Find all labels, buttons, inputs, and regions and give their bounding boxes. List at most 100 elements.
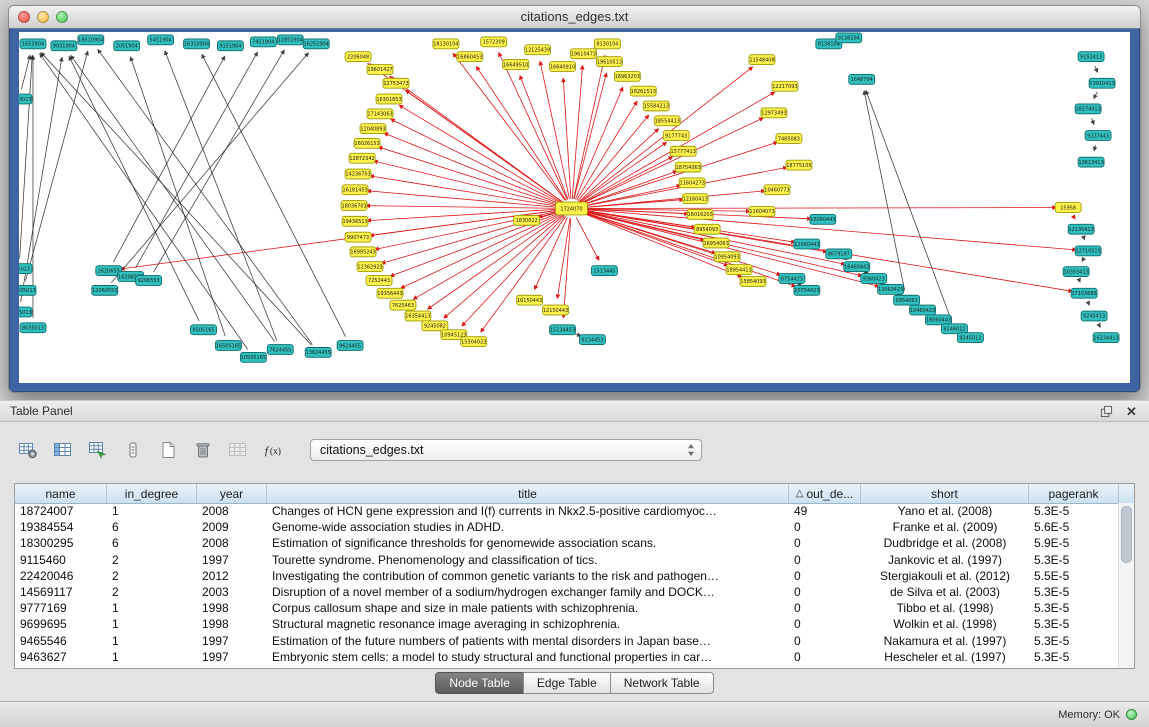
graph-node[interactable]: 16181453 — [342, 185, 368, 195]
column-header-year[interactable]: year — [197, 484, 267, 503]
graph-node[interactable]: 9206553 — [136, 276, 162, 286]
graph-node[interactable]: 12125439 — [525, 45, 551, 55]
tab-network-table[interactable]: Network Table — [610, 672, 714, 694]
graph-node[interactable]: 9360423 — [861, 274, 887, 284]
graph-node[interactable]: 15134453 — [550, 325, 576, 335]
graph-node[interactable]: 16860453 — [457, 52, 483, 62]
graph-node[interactable]: 16995243 — [350, 247, 376, 257]
graph-node[interactable]: 12035013 — [19, 307, 32, 317]
graph-node[interactable]: 12060443 — [794, 239, 820, 249]
graph-node[interactable]: 12753473 — [383, 78, 409, 88]
graph-node[interactable]: 1653904 — [20, 39, 46, 49]
graph-node[interactable]: 11604273 — [679, 178, 705, 188]
graph-node[interactable]: 9138104 — [836, 33, 862, 43]
graph-edge[interactable] — [1082, 259, 1083, 261]
table-row[interactable]: 911546021997Tourette syndrome. Phenomeno… — [15, 552, 1119, 568]
graph-node[interactable]: 12040893 — [360, 124, 386, 134]
graph-edge[interactable] — [581, 208, 1056, 209]
graph-edge[interactable] — [154, 50, 285, 272]
graph-edge[interactable] — [572, 65, 582, 198]
graph-node[interactable]: 11548408 — [749, 55, 775, 65]
graph-node[interactable]: 8754423 — [779, 274, 805, 284]
graph-node[interactable]: 9227443 — [1085, 131, 1111, 141]
graph-edge[interactable] — [165, 51, 277, 340]
graph-node[interactable]: 7451904 — [250, 37, 276, 47]
graph-node[interactable]: 18036703 — [341, 201, 367, 211]
graph-node[interactable]: 14236703 — [345, 169, 371, 179]
graph-edge[interactable] — [20, 56, 33, 259]
graph-node[interactable]: 7624455 — [267, 345, 293, 355]
graph-edge[interactable] — [428, 214, 564, 309]
graph-node[interactable]: 16251904 — [303, 39, 329, 49]
graph-node[interactable]: 12217093 — [772, 81, 798, 91]
float-panel-icon[interactable] — [1099, 404, 1114, 419]
graph-edge[interactable] — [378, 147, 562, 205]
graph-node[interactable]: 10754423 — [794, 285, 820, 295]
graph-edge[interactable] — [1099, 325, 1100, 328]
graph-edge[interactable] — [71, 55, 275, 341]
graph-node[interactable]: 9245012 — [957, 333, 983, 343]
graph-node[interactable]: 19601427 — [367, 65, 393, 75]
graph-node[interactable]: 19610473 — [571, 49, 597, 59]
table-row[interactable]: 2242004622012Investigating the contribut… — [15, 568, 1119, 584]
table-mode-icon[interactable] — [119, 437, 147, 463]
graph-edge[interactable] — [577, 101, 637, 200]
graph-node[interactable]: 7252443 — [366, 276, 392, 286]
graph-edge[interactable] — [113, 56, 224, 262]
graph-node[interactable]: 12362923 — [357, 262, 383, 272]
graph-edge[interactable] — [26, 51, 88, 280]
show-columns-icon[interactable] — [49, 437, 77, 463]
graph-node[interactable]: 13063423 — [878, 284, 904, 294]
graph-node[interactable]: 18754063 — [675, 162, 701, 172]
graph-node[interactable]: 9151904 — [217, 41, 243, 51]
graph-edge[interactable] — [1073, 216, 1075, 219]
graph-node[interactable]: 8035013 — [20, 323, 46, 333]
graph-node[interactable]: 7485083 — [776, 134, 802, 144]
graph-node[interactable]: 9035013 — [19, 264, 32, 274]
create-column-icon[interactable] — [84, 437, 112, 463]
graph-edge[interactable] — [520, 76, 568, 200]
graph-node[interactable]: 16640910 — [550, 62, 576, 72]
graph-node[interactable]: 10460773 — [764, 185, 790, 195]
table-row[interactable]: 969969511998Structural magnetic resonanc… — [15, 616, 1119, 632]
graph-node[interactable]: 15854093 — [740, 277, 766, 287]
graph-node[interactable]: 9031904 — [51, 41, 77, 51]
graph-node[interactable]: 10505165 — [240, 352, 266, 362]
graph-node[interactable]: 10460423 — [910, 305, 936, 315]
table-row[interactable]: 1938455462009Genome-wide association stu… — [15, 519, 1119, 535]
graph-edge[interactable] — [131, 57, 226, 336]
column-header-pagerank[interactable]: pagerank — [1029, 484, 1119, 503]
graph-node[interactable]: 19610513 — [596, 57, 622, 67]
graph-node[interactable]: 16261513 — [630, 86, 656, 96]
graph-edge[interactable] — [563, 78, 571, 198]
graph-node[interactable]: 12160413 — [682, 194, 708, 204]
graph-node[interactable]: 13613413 — [1078, 157, 1104, 167]
graph-node[interactable]: 15777413 — [670, 146, 696, 156]
graph-edge[interactable] — [540, 61, 569, 199]
graph-edge[interactable] — [444, 215, 564, 318]
graph-edge[interactable] — [1095, 66, 1098, 73]
graph-node[interactable]: 7625463 — [390, 300, 416, 310]
new-file-icon[interactable] — [154, 437, 182, 463]
graph-edge[interactable] — [476, 67, 566, 201]
graph-edge[interactable] — [98, 49, 313, 344]
close-window-button[interactable] — [18, 11, 30, 23]
graph-node[interactable]: 19436513 — [342, 216, 368, 226]
column-header-name[interactable]: name — [15, 484, 107, 503]
graph-node[interactable]: 1572309 — [481, 37, 507, 47]
graph-node[interactable]: 9954063 — [894, 295, 920, 305]
graph-node[interactable]: 9152413 — [1078, 52, 1104, 62]
graph-node[interactable]: 8130104 — [594, 39, 620, 49]
graph-edge[interactable] — [576, 217, 599, 260]
graph-node[interactable]: 9245082 — [422, 321, 448, 331]
graph-node[interactable]: 18554413 — [654, 116, 680, 126]
graph-edge[interactable] — [535, 217, 568, 289]
table-row[interactable]: 946554611997Estimation of the future num… — [15, 633, 1119, 649]
graph-node[interactable]: 16460443 — [844, 262, 870, 272]
graph-node[interactable]: 16150443 — [517, 295, 543, 305]
graph-node[interactable]: 16354413 — [405, 311, 431, 321]
graph-edge[interactable] — [574, 55, 605, 198]
graph-node[interactable]: 19356443 — [377, 288, 403, 298]
graph-edge[interactable] — [578, 115, 649, 201]
column-header-out-de-[interactable]: △out_de... — [789, 484, 861, 503]
